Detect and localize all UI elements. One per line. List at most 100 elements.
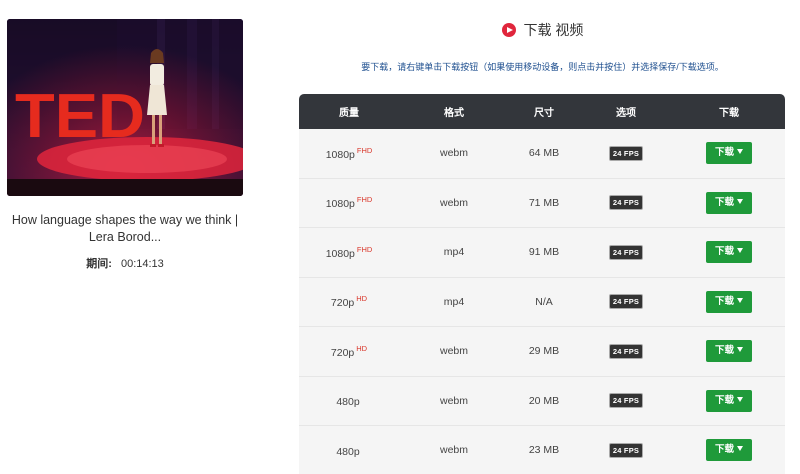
table-row: 1080p FHD mp4 91 MB 24 FPS 下载 [299, 228, 785, 278]
duration-label: 期间: [86, 258, 112, 270]
caret-down-icon [737, 347, 743, 353]
download-button[interactable]: 下载 [706, 389, 752, 412]
quality-value: 1080p [325, 198, 355, 211]
format-cell: mp4 [443, 295, 465, 308]
download-button[interactable]: 下载 [706, 241, 752, 264]
quality-badge: HD [356, 294, 368, 304]
size-cell: 29 MB [528, 345, 560, 358]
format-cell: webm [439, 147, 468, 160]
quality-cell: 720p HD [299, 344, 399, 359]
quality-value: 1080p [325, 148, 355, 161]
table-row: 1080p FHD webm 71 MB 24 FPS 下载 [299, 178, 785, 228]
options-cell: 24 FPS [579, 343, 673, 359]
table-body: 1080p FHD webm 64 MB 24 FPS 下载 1080p FHD webm 71 … [299, 129, 785, 474]
video-title: How language shapes the way we think | L… [11, 213, 239, 244]
options-cell: 24 FPS [579, 393, 673, 409]
table-row: 720p HD mp4 N/A 24 FPS 下载 [299, 277, 785, 327]
download-cell: 下载 [673, 340, 785, 363]
caret-down-icon [737, 297, 743, 303]
download-button[interactable]: 下载 [706, 340, 752, 363]
quality-badge: FHD [356, 195, 373, 205]
size-cell: N/A [535, 295, 553, 308]
download-table: 质量 格式 尺寸 选项 下载 1080p FHD webm 64 MB 24 FPS 下载… [299, 94, 785, 474]
format-cell: mp4 [443, 246, 465, 259]
download-cell: 下载 [673, 191, 785, 214]
table-row: 1080p FHD webm 64 MB 24 FPS 下载 [299, 129, 785, 179]
fps-badge: 24 FPS [608, 195, 644, 211]
fps-badge: 24 FPS [608, 294, 644, 310]
caret-down-icon [737, 149, 743, 155]
download-cell: 下载 [673, 389, 785, 412]
download-button[interactable]: 下载 [706, 142, 752, 165]
column-options: 选项 [616, 108, 636, 119]
format-cell: webm [439, 444, 468, 457]
options-cell: 24 FPS [579, 294, 673, 310]
quality-value: 480p [336, 396, 360, 409]
size-cell: 23 MB [528, 444, 560, 457]
video-duration: 期间: 00:14:13 [0, 255, 250, 271]
quality-value: 1080p [325, 247, 355, 260]
download-button-label: 下载 [714, 196, 734, 208]
download-header: 下载 视频 [300, 20, 785, 40]
duration-value: 00:14:13 [120, 258, 164, 270]
fps-badge: 24 FPS [608, 393, 644, 409]
fps-badge: 24 FPS [608, 343, 644, 359]
size-cell: 20 MB [528, 394, 560, 407]
quality-cell: 1080p FHD [299, 245, 399, 260]
download-button-label: 下载 [714, 345, 734, 357]
download-cell: 下载 [673, 439, 785, 462]
table-row: 720p HD webm 29 MB 24 FPS 下载 [299, 327, 785, 377]
options-cell: 24 FPS [579, 442, 673, 458]
fps-badge: 24 FPS [608, 145, 644, 161]
options-cell: 24 FPS [579, 145, 673, 161]
caret-down-icon [737, 396, 743, 402]
quality-cell: 1080p FHD [299, 195, 399, 210]
options-cell: 24 FPS [579, 244, 673, 260]
download-button-label: 下载 [714, 246, 734, 258]
ted-logo-text: TED [15, 82, 145, 151]
quality-badge: FHD [356, 145, 373, 155]
download-cell: 下载 [673, 142, 785, 165]
table-row: 480p webm 20 MB 24 FPS 下载 [299, 376, 785, 426]
caret-down-icon [737, 198, 743, 204]
quality-cell: 480p [299, 443, 399, 458]
caret-down-icon [737, 248, 743, 254]
table-row: 480p webm 23 MB 24 FPS 下载 [299, 426, 785, 474]
download-cell: 下载 [673, 290, 785, 313]
fps-badge: 24 FPS [608, 442, 644, 458]
download-button-label: 下载 [714, 295, 734, 307]
video-thumbnail[interactable]: TED [7, 19, 243, 196]
column-quality: 质量 [339, 108, 359, 119]
format-cell: webm [439, 345, 468, 358]
quality-value: 720p [330, 297, 355, 310]
download-button-label: 下载 [714, 147, 734, 159]
download-cell: 下载 [673, 241, 785, 264]
quality-cell: 480p [299, 393, 399, 408]
quality-badge: FHD [356, 244, 373, 254]
download-button[interactable]: 下载 [706, 191, 752, 214]
size-cell: 71 MB [528, 196, 560, 209]
play-circle-icon [501, 23, 516, 37]
size-cell: 91 MB [528, 246, 560, 259]
quality-cell: 1080p FHD [299, 146, 399, 161]
quality-value: 720p [330, 346, 355, 359]
download-button[interactable]: 下载 [706, 290, 752, 313]
download-button-label: 下载 [714, 394, 734, 406]
size-cell: 64 MB [528, 147, 560, 160]
quality-badge: HD [356, 343, 368, 353]
format-cell: webm [439, 394, 468, 407]
download-button[interactable]: 下载 [706, 439, 752, 462]
column-format: 格式 [444, 108, 464, 119]
fps-badge: 24 FPS [608, 244, 644, 260]
quality-cell: 720p HD [299, 294, 399, 309]
download-button-label: 下载 [714, 444, 734, 456]
table-header: 质量 格式 尺寸 选项 下载 [299, 94, 785, 129]
options-cell: 24 FPS [579, 195, 673, 211]
quality-value: 480p [336, 445, 360, 458]
format-cell: webm [439, 196, 468, 209]
column-size: 尺寸 [534, 108, 554, 119]
download-instructions: 要下载，请右键单击下载按钮（如果使用移动设备，则点击并按住）并选择保存/下载选项… [361, 62, 724, 72]
column-download: 下载 [719, 108, 739, 119]
caret-down-icon [737, 446, 743, 452]
download-title: 下载 视频 [523, 22, 584, 38]
